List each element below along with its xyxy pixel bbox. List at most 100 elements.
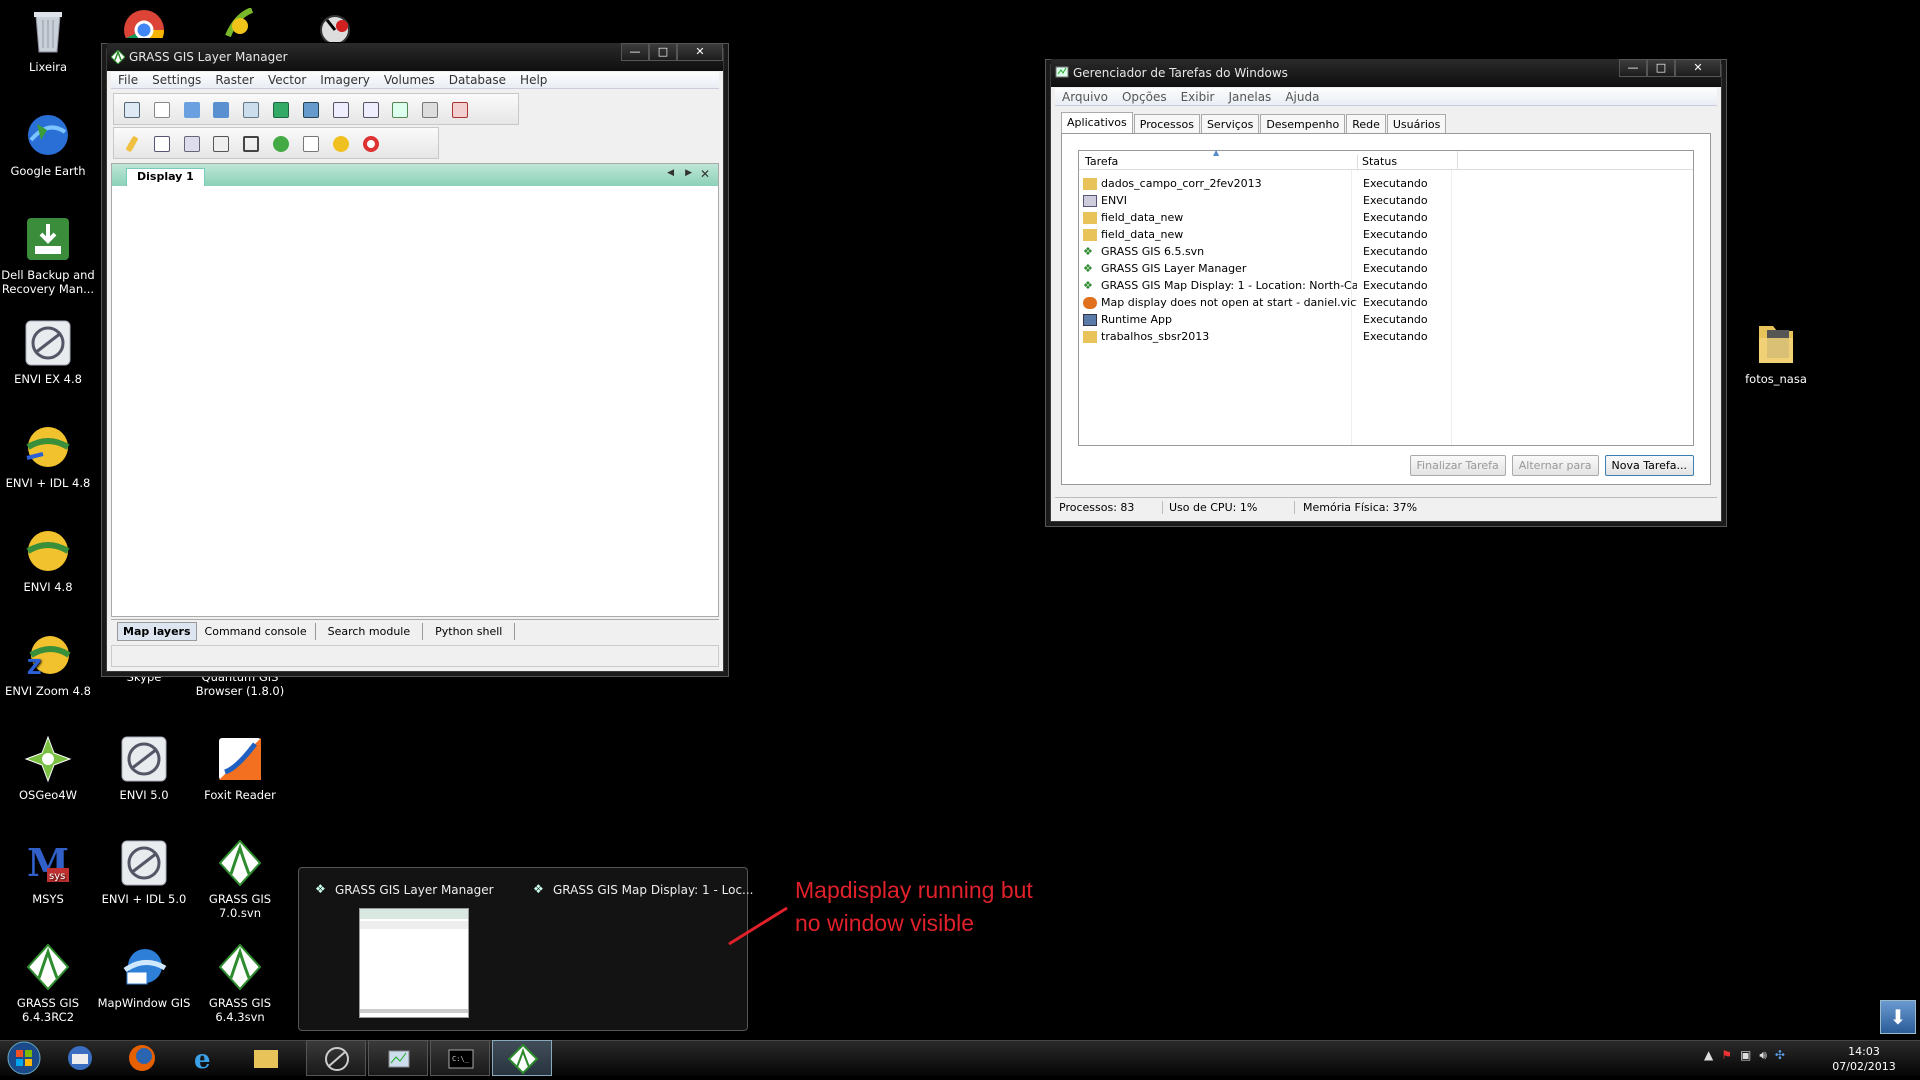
- menu-janelas[interactable]: Janelas: [1221, 90, 1278, 104]
- tab-aplicativos[interactable]: Aplicativos: [1061, 112, 1133, 134]
- maximize-button[interactable]: □: [1647, 59, 1675, 77]
- tab-display-1[interactable]: Display 1: [126, 168, 205, 186]
- clock[interactable]: 14:03 07/02/2013: [1822, 1044, 1906, 1074]
- menu-file[interactable]: File: [111, 73, 145, 87]
- task-row[interactable]: field_data_new Executando: [1083, 209, 1693, 226]
- attribute-table-icon[interactable]: [148, 130, 174, 156]
- map-swipe-icon[interactable]: [267, 130, 293, 156]
- desktop-icon-envi-idl5[interactable]: ENVI + IDL 5.0: [96, 838, 192, 906]
- new-task-button[interactable]: Nova Tarefa...: [1604, 455, 1694, 476]
- desktop-icon-osgeo4w[interactable]: OSGeo4W: [0, 734, 96, 802]
- task-manager-window[interactable]: Gerenciador de Tarefas do Windows — □ ✕ …: [1050, 59, 1722, 522]
- preview-item-map-display[interactable]: ❖ GRASS GIS Map Display: 1 - Loc...: [529, 882, 753, 1024]
- menu-exibir[interactable]: Exibir: [1174, 90, 1222, 104]
- task-list[interactable]: Tarefa ▲ Status dados_campo_corr_2fev201…: [1078, 148, 1694, 446]
- tab-command-console[interactable]: Command console: [197, 623, 316, 640]
- desktop-icon-envi[interactable]: ENVI 4.8: [0, 526, 96, 594]
- cartographic-icon[interactable]: [297, 130, 323, 156]
- desktop-icon-envi-idl[interactable]: ENVI + IDL 4.8: [0, 422, 96, 490]
- preview-item-layer-manager[interactable]: ❖ GRASS GIS Layer Manager: [309, 882, 494, 1024]
- help-lifebuoy-icon[interactable]: [357, 130, 383, 156]
- taskbar-thunderbird[interactable]: [62, 1040, 122, 1076]
- dropbox-icon[interactable]: ✣: [1775, 1048, 1785, 1063]
- menu-help[interactable]: Help: [513, 73, 554, 87]
- menu-database[interactable]: Database: [442, 73, 513, 87]
- task-row[interactable]: Map display does not open at start - dan…: [1083, 294, 1693, 311]
- tab-nav-left-icon[interactable]: ◀: [667, 168, 674, 178]
- chrome-icon[interactable]: [122, 8, 166, 38]
- desktop-icon-foxit[interactable]: Foxit Reader: [192, 734, 288, 802]
- menu-volumes[interactable]: Volumes: [377, 73, 442, 87]
- task-row[interactable]: ❖ GRASS GIS Layer Manager Executando: [1083, 260, 1693, 277]
- minimize-button[interactable]: —: [621, 43, 649, 61]
- taskbar-firefox[interactable]: [124, 1040, 184, 1076]
- desktop-icon-msys[interactable]: Msys MSYS: [0, 838, 96, 906]
- menu-opcoes[interactable]: Opções: [1115, 90, 1174, 104]
- new-workspace-icon[interactable]: [148, 96, 174, 122]
- desktop-icon-envi-zoom[interactable]: Z ENVI Zoom 4.8: [0, 630, 96, 698]
- add-rgb-icon[interactable]: [267, 96, 293, 122]
- desktop-icon-dell-backup[interactable]: Dell Backup and Recovery Man...: [0, 214, 96, 296]
- menu-arquivo[interactable]: Arquivo: [1055, 90, 1115, 104]
- add-misc-icon[interactable]: [416, 96, 442, 122]
- menu-imagery[interactable]: Imagery: [313, 73, 377, 87]
- task-row[interactable]: Runtime App Executando: [1083, 311, 1693, 328]
- edit-vector-icon[interactable]: [118, 130, 144, 156]
- desktop-icon-envi5[interactable]: ENVI 5.0: [96, 734, 192, 802]
- menu-raster[interactable]: Raster: [208, 73, 261, 87]
- add-vector-icon[interactable]: [327, 96, 353, 122]
- delete-layer-icon[interactable]: [446, 96, 472, 122]
- action-center-flag-icon[interactable]: ⚑: [1721, 1048, 1732, 1063]
- layer-manager-window[interactable]: GRASS GIS Layer Manager — □ ✕ File Setti…: [106, 43, 724, 672]
- settings-gear-icon[interactable]: [327, 130, 353, 156]
- desktop-icon-envi-ex[interactable]: ENVI EX 4.8: [0, 318, 96, 386]
- menu-vector[interactable]: Vector: [261, 73, 313, 87]
- desktop-icon-google-earth[interactable]: Google Earth: [0, 110, 96, 178]
- taskbar-ie[interactable]: e: [186, 1040, 246, 1076]
- minimize-button[interactable]: —: [1619, 59, 1647, 77]
- close-button[interactable]: ✕: [1675, 59, 1721, 77]
- desktop-icon-mapwindow[interactable]: MapWindow GIS: [96, 942, 192, 1010]
- open-workspace-icon[interactable]: [178, 96, 204, 122]
- georectify-icon[interactable]: [178, 130, 204, 156]
- add-group-icon[interactable]: [386, 96, 412, 122]
- desktop-icon-qgis-browser[interactable]: Quantum GIS Browser (1.8.0): [192, 670, 288, 698]
- tab-map-layers[interactable]: Map layers: [117, 622, 197, 641]
- maximize-button[interactable]: □: [649, 43, 677, 61]
- tab-nav-right-icon[interactable]: ▶: [685, 168, 692, 178]
- start-button[interactable]: [6, 1040, 46, 1076]
- task-row[interactable]: ❖ GRASS GIS 6.5.svn Executando: [1083, 243, 1693, 260]
- task-row[interactable]: dados_campo_corr_2fev2013 Executando: [1083, 175, 1693, 192]
- desktop-icon-grass-643rc2[interactable]: GRASS GIS 6.4.3RC2: [0, 942, 96, 1024]
- desktop-icon-skype[interactable]: Skype: [96, 670, 192, 684]
- desktop-icon-fotos-nasa[interactable]: fotos_nasa: [1728, 318, 1824, 386]
- desktop-icon-grass-643svn[interactable]: GRASS GIS 6.4.3svn: [192, 942, 288, 1024]
- taskbar-explorer[interactable]: [248, 1040, 308, 1076]
- column-status[interactable]: Status: [1357, 155, 1457, 171]
- taskbar-task-manager[interactable]: [368, 1040, 428, 1076]
- menu-settings[interactable]: Settings: [145, 73, 208, 87]
- taskbar-cmd[interactable]: C:\_: [430, 1040, 490, 1076]
- taskbar-grass[interactable]: [492, 1040, 552, 1076]
- grid-icon[interactable]: [237, 130, 263, 156]
- tab-python-shell[interactable]: Python shell: [423, 623, 516, 640]
- volume-icon[interactable]: 🔊︎: [1759, 1048, 1767, 1063]
- switch-to-button[interactable]: Alternar para: [1511, 455, 1599, 476]
- task-row[interactable]: trabalhos_sbsr2013 Executando: [1083, 328, 1693, 345]
- task-row[interactable]: ENVI Executando: [1083, 192, 1693, 209]
- new-display-icon[interactable]: [118, 96, 144, 122]
- tab-close-icon[interactable]: ✕: [700, 167, 710, 181]
- menu-ajuda[interactable]: Ajuda: [1278, 90, 1326, 104]
- taskbar-envi[interactable]: [306, 1040, 366, 1076]
- add-thematic-icon[interactable]: [357, 96, 383, 122]
- desktop-icon-lixeira[interactable]: Lixeira: [0, 6, 96, 74]
- tab-search-module[interactable]: Search module: [316, 623, 424, 640]
- task-row[interactable]: ❖ GRASS GIS Map Display: 1 - Location: No…: [1083, 277, 1693, 294]
- end-task-button[interactable]: Finalizar Tarefa: [1409, 455, 1506, 476]
- add-raster-icon[interactable]: [237, 96, 263, 122]
- show-desktop-down-icon[interactable]: ⬇: [1880, 1000, 1916, 1034]
- qgis-top-icon[interactable]: [222, 7, 258, 38]
- add-overlay-icon[interactable]: [297, 96, 323, 122]
- task-row[interactable]: field_data_new Executando: [1083, 226, 1693, 243]
- save-workspace-icon[interactable]: [207, 96, 233, 122]
